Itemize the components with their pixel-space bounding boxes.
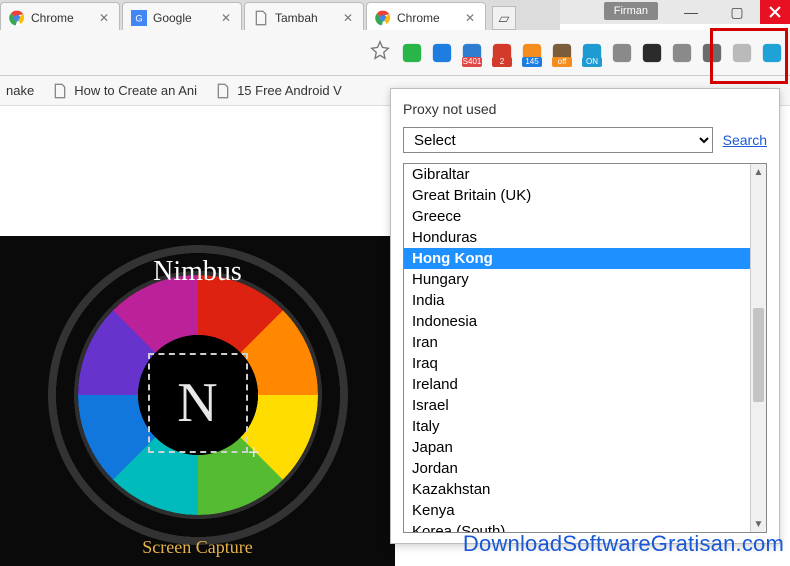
dropdown-option[interactable]: Kazakhstan bbox=[404, 479, 766, 500]
extension-rss-icon[interactable]: 145 bbox=[520, 41, 544, 65]
dropdown-option[interactable]: India bbox=[404, 290, 766, 311]
new-tab-button[interactable]: ▱ bbox=[492, 6, 516, 30]
profile-badge[interactable]: Firman bbox=[604, 2, 658, 20]
dropdown-option[interactable]: Honduras bbox=[404, 227, 766, 248]
svg-text:G: G bbox=[135, 13, 142, 23]
maximize-button[interactable]: ▢ bbox=[714, 0, 760, 24]
browser-tab[interactable]: G Google ✕ bbox=[122, 2, 242, 32]
browser-tab[interactable]: Chrome ✕ bbox=[0, 2, 120, 32]
extension-badge: 145 bbox=[522, 57, 542, 67]
google-icon: G bbox=[131, 10, 147, 26]
extension-badge: off bbox=[552, 57, 572, 67]
browser-toolbar: S401 2 145 off ON bbox=[0, 30, 790, 76]
close-window-button[interactable] bbox=[760, 0, 790, 24]
extension-evernote-icon[interactable] bbox=[400, 41, 424, 65]
bookmark-label: nake bbox=[6, 83, 34, 98]
bookmark-item[interactable]: How to Create an Ani bbox=[52, 83, 197, 99]
dropdown-option[interactable]: Japan bbox=[404, 437, 766, 458]
crop-frame-icon: N + bbox=[148, 353, 248, 453]
dropdown-option[interactable]: Ireland bbox=[404, 374, 766, 395]
bookmark-label: How to Create an Ani bbox=[74, 83, 197, 98]
page-icon bbox=[253, 10, 269, 26]
browser-tab-active[interactable]: Chrome ✕ bbox=[366, 2, 486, 32]
dropdown-option[interactable]: Hungary bbox=[404, 269, 766, 290]
extension-gmail-icon[interactable]: 2 bbox=[490, 41, 514, 65]
dropdown-option[interactable]: Hong Kong bbox=[404, 248, 766, 269]
proxy-country-select[interactable]: Select bbox=[403, 127, 713, 153]
extension-icons: S401 2 145 off ON bbox=[400, 41, 784, 65]
extension-surf-icon[interactable]: S401 bbox=[460, 41, 484, 65]
close-icon[interactable]: ✕ bbox=[99, 11, 113, 25]
dropdown-option[interactable]: Israel bbox=[404, 395, 766, 416]
tab-title: Chrome bbox=[397, 11, 461, 25]
scroll-down-icon[interactable]: ▼ bbox=[751, 516, 766, 532]
bookmark-star-icon[interactable] bbox=[370, 40, 390, 65]
nimbus-card[interactable]: Nimbus N + Screen Capture bbox=[0, 236, 395, 566]
dropdown-option[interactable]: Gibraltar bbox=[404, 164, 766, 185]
dropdown-option[interactable]: Greece bbox=[404, 206, 766, 227]
extension-dark-icon[interactable] bbox=[640, 41, 664, 65]
scroll-up-icon[interactable]: ▲ bbox=[751, 164, 766, 180]
browser-tab[interactable]: Tambah ✕ bbox=[244, 2, 364, 32]
bookmark-item[interactable]: 15 Free Android V bbox=[215, 83, 342, 99]
tab-strip: Chrome ✕ G Google ✕ Tambah ✕ Chrome ✕ ▱ bbox=[0, 0, 560, 32]
page-icon bbox=[215, 83, 231, 99]
dropdown-option[interactable]: Kenya bbox=[404, 500, 766, 521]
extension-ua-icon[interactable] bbox=[610, 41, 634, 65]
tab-title: Chrome bbox=[31, 11, 95, 25]
extension-badge: 2 bbox=[492, 57, 512, 67]
nimbus-brand: Nimbus bbox=[0, 256, 395, 288]
extension-scissor-icon[interactable] bbox=[670, 41, 694, 65]
dropdown-option[interactable]: Italy bbox=[404, 416, 766, 437]
extension-proxy-icon[interactable] bbox=[760, 41, 784, 65]
search-link[interactable]: Search bbox=[723, 132, 767, 148]
proxy-status-text: Proxy not used bbox=[391, 89, 779, 127]
minimize-button[interactable]: ― bbox=[668, 0, 714, 24]
extension-vpn-icon[interactable]: ON bbox=[580, 41, 604, 65]
tab-title: Tambah bbox=[275, 11, 339, 25]
chrome-icon bbox=[9, 10, 25, 26]
extension-badge: S401 bbox=[462, 57, 482, 67]
chrome-icon bbox=[375, 10, 391, 26]
dropdown-option[interactable]: Iran bbox=[404, 332, 766, 353]
extension-octo-icon[interactable] bbox=[700, 41, 724, 65]
watermark-text: DownloadSoftwareGratisan.com bbox=[463, 531, 784, 557]
extension-badge: ON bbox=[582, 57, 602, 67]
dropdown-option[interactable]: Indonesia bbox=[404, 311, 766, 332]
tab-title: Google bbox=[153, 11, 217, 25]
bookmark-item[interactable]: nake bbox=[6, 83, 34, 98]
plus-icon: + bbox=[248, 442, 260, 465]
nimbus-letter: N bbox=[177, 371, 217, 435]
dropdown-scrollbar[interactable]: ▲ ▼ bbox=[750, 164, 766, 532]
close-icon[interactable]: ✕ bbox=[221, 11, 235, 25]
bookmark-label: 15 Free Android V bbox=[237, 83, 342, 98]
close-icon[interactable]: ✕ bbox=[465, 11, 479, 25]
nimbus-subtitle: Screen Capture bbox=[0, 537, 395, 558]
extension-drive-icon[interactable] bbox=[730, 41, 754, 65]
extension-idm-icon[interactable]: off bbox=[550, 41, 574, 65]
dropdown-option[interactable]: Iraq bbox=[404, 353, 766, 374]
proxy-extension-popup: Proxy not used Select Search GibraltarGr… bbox=[390, 88, 780, 544]
close-icon[interactable]: ✕ bbox=[343, 11, 357, 25]
proxy-country-dropdown: GibraltarGreat Britain (UK)GreeceHondura… bbox=[403, 163, 767, 533]
page-icon bbox=[52, 83, 68, 99]
extension-shazam-icon[interactable] bbox=[430, 41, 454, 65]
dropdown-option[interactable]: Jordan bbox=[404, 458, 766, 479]
dropdown-option[interactable]: Great Britain (UK) bbox=[404, 185, 766, 206]
